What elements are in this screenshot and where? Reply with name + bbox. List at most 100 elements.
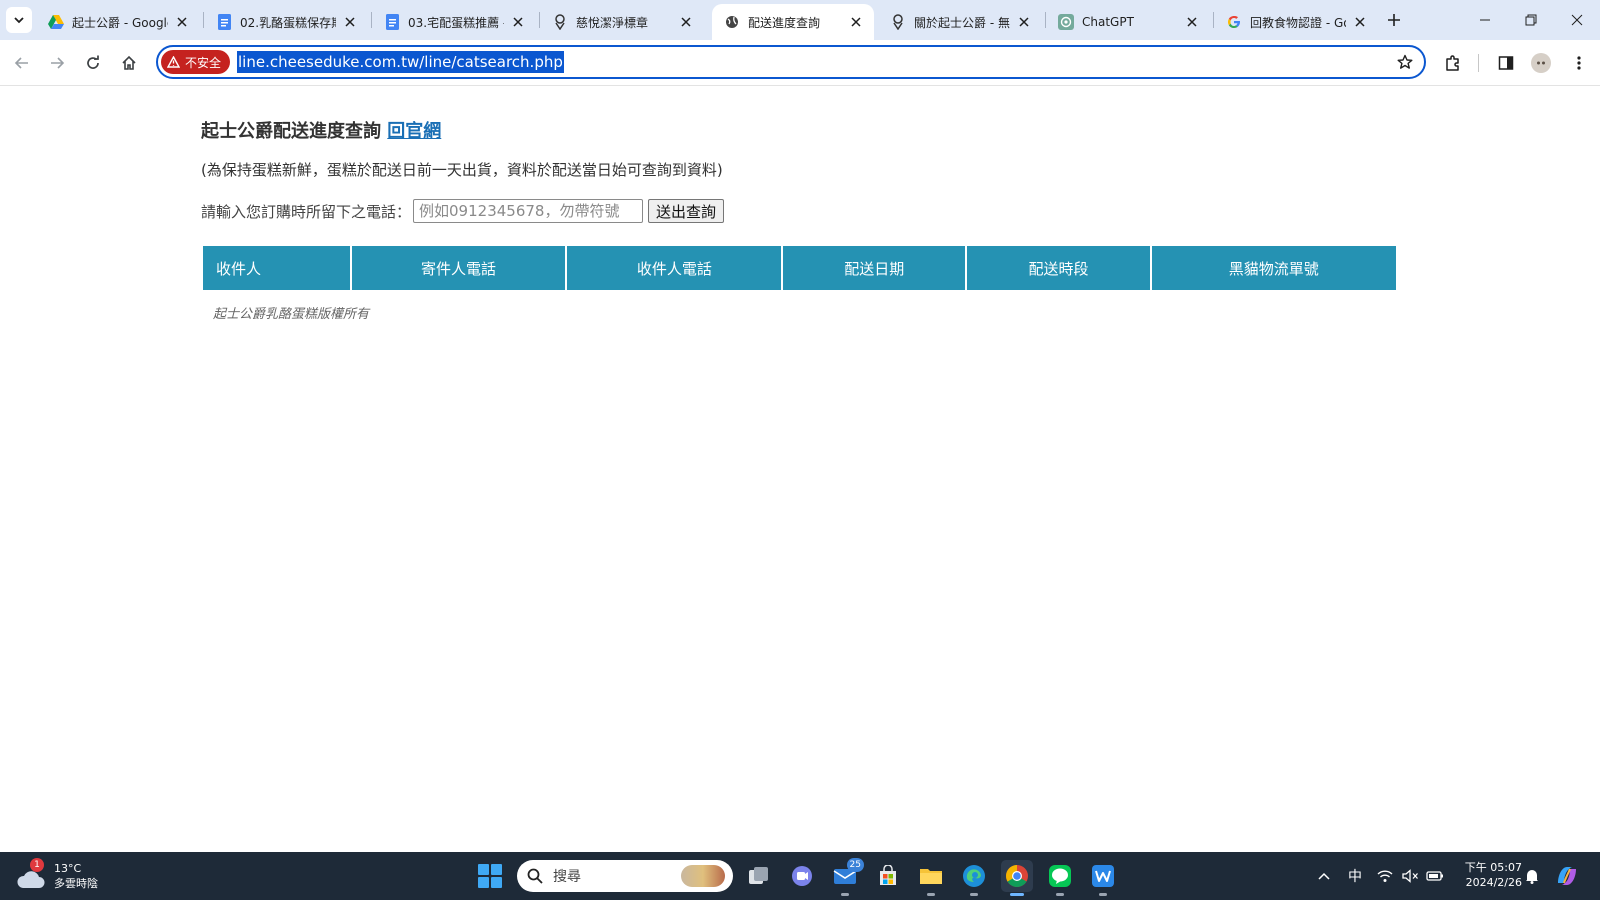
close-icon[interactable] — [678, 14, 694, 30]
side-panel-icon — [1498, 56, 1514, 70]
extensions-button[interactable] — [1440, 50, 1466, 76]
arrow-right-icon — [51, 57, 65, 69]
tab-google-drive[interactable]: 起士公爵 - Google — [36, 4, 200, 40]
header-delivery-date: 配送日期 — [783, 246, 966, 290]
url-text[interactable]: line.cheeseduke.com.tw/line/catsearch.ph… — [237, 51, 564, 73]
minimize-button[interactable] — [1462, 0, 1508, 40]
notification-bell-icon[interactable] — [1523, 866, 1541, 886]
arrow-left-icon — [14, 57, 28, 69]
close-icon[interactable] — [1352, 14, 1368, 30]
tab-google-search[interactable]: 回教食物認證 - Go — [1214, 4, 1378, 40]
restore-icon — [1525, 14, 1537, 26]
tab-delivery-tracking[interactable]: 配送進度查詢 — [712, 4, 874, 40]
header-sender-phone: 寄件人電話 — [351, 246, 566, 290]
tab-title: 02.乳酪蛋糕保存期 — [240, 15, 336, 30]
close-icon[interactable] — [1016, 14, 1032, 30]
running-indicator — [1056, 893, 1064, 896]
google-icon — [1226, 14, 1242, 30]
word-icon — [1092, 865, 1114, 887]
close-icon[interactable] — [510, 14, 526, 30]
battery-icon[interactable] — [1425, 866, 1445, 886]
tab-google-docs-2[interactable]: 03.宅配蛋糕推薦 - — [372, 4, 536, 40]
new-tab-button[interactable] — [1383, 9, 1405, 31]
forward-button[interactable] — [44, 50, 70, 76]
phone-input[interactable] — [413, 199, 644, 223]
system-clock[interactable]: 下午 05:07 2024/2/26 — [1458, 860, 1522, 890]
browser-toolbar: 不安全 line.cheeseduke.com.tw/line/catsearc… — [0, 40, 1600, 86]
tab-title: 配送進度查詢 — [748, 15, 821, 30]
restore-button[interactable] — [1508, 0, 1554, 40]
file-explorer-button[interactable] — [915, 860, 947, 896]
running-indicator — [1099, 893, 1107, 896]
folder-icon — [920, 869, 942, 884]
close-icon[interactable] — [1184, 14, 1200, 30]
line-app-button[interactable] — [1044, 860, 1076, 896]
header-recipient-phone: 收件人電話 — [567, 246, 782, 290]
avatar-icon — [1537, 61, 1545, 65]
running-indicator — [1010, 893, 1024, 896]
home-link[interactable]: 回官網 — [387, 121, 441, 142]
tab-title: 起士公爵 - Google — [72, 15, 168, 30]
clock-time: 下午 05:07 — [1464, 861, 1522, 874]
show-hidden-icons-button[interactable] — [1314, 866, 1334, 886]
profile-avatar[interactable] — [1531, 53, 1551, 73]
edge-browser-button[interactable] — [958, 860, 990, 896]
table-header-row: 收件人 寄件人電話 收件人電話 配送日期 配送時段 黑貓物流單號 — [203, 246, 1396, 290]
chat-icon — [792, 866, 812, 886]
tab-chatgpt[interactable]: ChatGPT — [1046, 4, 1210, 40]
ime-indicator[interactable]: 中 — [1345, 866, 1365, 886]
weather-description: 多雲時陰 — [54, 877, 98, 890]
browser-menu-button[interactable] — [1566, 50, 1592, 76]
security-label: 不安全 — [185, 55, 222, 70]
chevron-down-icon — [14, 17, 24, 24]
task-view-button[interactable] — [743, 860, 775, 892]
google-docs-icon — [216, 14, 232, 30]
reload-icon — [87, 55, 99, 69]
home-button[interactable] — [116, 50, 142, 76]
copilot-icon[interactable] — [1553, 863, 1581, 889]
more-vertical-icon — [1577, 56, 1581, 70]
site-logo-icon — [890, 14, 906, 30]
back-button[interactable] — [9, 50, 35, 76]
minimize-icon — [1480, 19, 1490, 21]
close-icon[interactable] — [342, 14, 358, 30]
tab-title: 回教食物認證 - Go — [1250, 15, 1346, 30]
close-window-button[interactable] — [1554, 0, 1600, 40]
start-button[interactable] — [478, 864, 502, 888]
search-highlight-image — [681, 865, 725, 887]
taskbar-search[interactable]: 搜尋 — [517, 860, 733, 892]
volume-muted-icon[interactable] — [1401, 866, 1419, 886]
windows-taskbar: 1 13°C 多雲時陰 搜尋 25 中 下午 05:07 2024/2/26 — [0, 852, 1600, 900]
header-tracking-number: 黑貓物流單號 — [1151, 246, 1396, 290]
star-icon — [1397, 54, 1413, 69]
security-indicator[interactable]: 不安全 — [161, 50, 231, 74]
reload-button[interactable] — [80, 50, 106, 76]
teams-chat-button[interactable] — [786, 860, 818, 892]
mail-app-button[interactable]: 25 — [829, 858, 864, 896]
side-panel-button[interactable] — [1493, 50, 1519, 76]
microsoft-store-button[interactable] — [872, 860, 904, 892]
store-icon — [880, 865, 896, 885]
results-table: 收件人 寄件人電話 收件人電話 配送日期 配送時段 黑貓物流單號 — [201, 244, 1398, 292]
bookmark-button[interactable] — [1394, 51, 1416, 73]
close-icon[interactable] — [848, 14, 864, 30]
weather-widget[interactable]: 1 13°C 多雲時陰 — [16, 858, 98, 893]
search-label: 搜尋 — [553, 869, 581, 885]
tab-title: 03.宅配蛋糕推薦 - — [408, 15, 504, 30]
close-icon — [1571, 14, 1583, 26]
google-drive-icon — [48, 14, 64, 30]
puzzle-icon — [1446, 55, 1459, 71]
wifi-icon[interactable] — [1376, 866, 1394, 886]
tab-about-cheeseduke[interactable]: 關於起士公爵 - 無 — [878, 4, 1042, 40]
tab-search-button[interactable] — [6, 7, 32, 33]
address-bar[interactable]: 不安全 line.cheeseduke.com.tw/line/catsearc… — [156, 45, 1426, 79]
submit-query-button[interactable]: 送出查詢 — [648, 199, 725, 223]
warning-icon — [167, 56, 180, 68]
chevron-up-icon — [1318, 872, 1330, 880]
word-app-button[interactable] — [1087, 860, 1119, 896]
chrome-browser-button[interactable] — [1001, 860, 1033, 896]
edge-icon — [963, 865, 985, 887]
tab-google-docs-1[interactable]: 02.乳酪蛋糕保存期 — [204, 4, 368, 40]
close-icon[interactable] — [174, 14, 190, 30]
tab-cleanliness-label[interactable]: 慈悅潔淨標章 — [540, 4, 704, 40]
